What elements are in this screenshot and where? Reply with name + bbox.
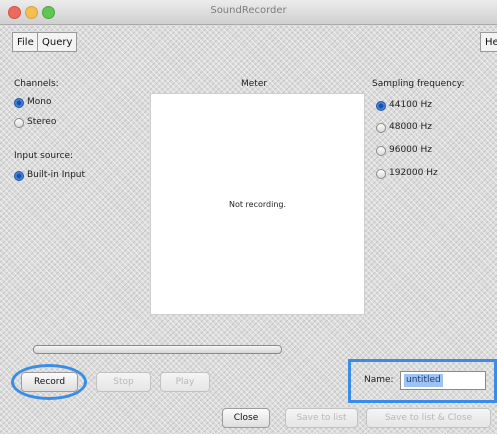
radio-unselected-icon bbox=[376, 169, 386, 179]
meter-display: Not recording. bbox=[150, 93, 365, 315]
radio-built-in-input-label: Built-in Input bbox=[27, 170, 86, 180]
title-bar[interactable]: SoundRecorder bbox=[0, 0, 497, 25]
radio-selected-icon bbox=[376, 101, 386, 111]
recording-progress-bar bbox=[33, 345, 282, 354]
menu-help[interactable]: Help bbox=[480, 32, 497, 52]
radio-44100-hz-label: 44100 Hz bbox=[389, 100, 432, 110]
menu-bar: File Query Help bbox=[0, 27, 497, 57]
name-input-value: untitled bbox=[404, 374, 443, 387]
save-to-list-and-close-button[interactable]: Save to list & Close bbox=[366, 408, 491, 428]
radio-selected-icon bbox=[14, 171, 24, 181]
record-button[interactable]: Record bbox=[21, 372, 78, 392]
radio-192000-hz-label: 192000 Hz bbox=[389, 168, 438, 178]
channels-label: Channels: bbox=[14, 79, 59, 89]
input-source-label: Input source: bbox=[14, 151, 74, 161]
radio-unselected-icon bbox=[376, 123, 386, 133]
name-label: Name: bbox=[364, 375, 394, 385]
window-title: SoundRecorder bbox=[210, 5, 287, 16]
save-to-list-button[interactable]: Save to list bbox=[285, 408, 358, 428]
radio-mono-label: Mono bbox=[27, 97, 52, 107]
name-input[interactable]: untitled bbox=[400, 371, 486, 390]
stop-button[interactable]: Stop bbox=[96, 372, 151, 392]
menu-file[interactable]: File bbox=[12, 32, 39, 52]
radio-unselected-icon bbox=[376, 146, 386, 156]
meter-label: Meter bbox=[241, 79, 268, 89]
play-button[interactable]: Play bbox=[160, 372, 210, 392]
radio-48000-hz-label: 48000 Hz bbox=[389, 122, 432, 132]
close-button[interactable]: Close bbox=[222, 408, 270, 428]
sampling-frequency-label: Sampling frequency: bbox=[372, 79, 465, 89]
radio-unselected-icon bbox=[14, 118, 24, 128]
radio-stereo-label: Stereo bbox=[27, 117, 57, 127]
menu-query[interactable]: Query bbox=[37, 32, 78, 52]
meter-status: Not recording. bbox=[228, 200, 287, 209]
radio-selected-icon bbox=[14, 98, 24, 108]
sound-recorder-window: SoundRecorder File Query Help Channels: … bbox=[0, 0, 497, 434]
radio-96000-hz-label: 96000 Hz bbox=[389, 145, 432, 155]
